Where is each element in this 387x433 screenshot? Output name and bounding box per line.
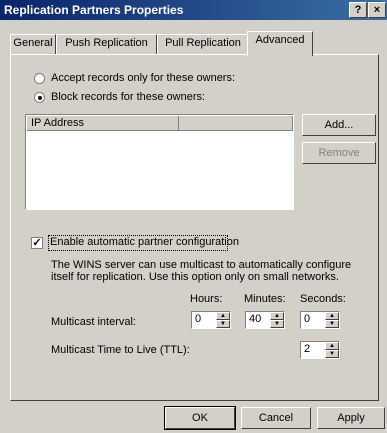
ip-address-column-header[interactable]: IP Address xyxy=(27,116,179,131)
partner-description: The WINS server can use multicast to aut… xyxy=(51,259,352,283)
tab-advanced[interactable]: Advanced xyxy=(247,31,313,56)
down-arrow-icon[interactable]: ▼ xyxy=(270,320,284,328)
multicast-interval-label: Multicast interval: xyxy=(51,316,136,328)
hours-value: 0 xyxy=(195,313,202,325)
window-title: Replication Partners Properties xyxy=(4,3,184,17)
close-button[interactable]: × xyxy=(368,2,386,18)
down-arrow-icon[interactable]: ▼ xyxy=(325,350,339,358)
up-arrow-icon[interactable]: ▲ xyxy=(325,312,339,320)
enable-partner-checkbox[interactable]: ✓ xyxy=(31,237,43,249)
up-arrow-icon[interactable]: ▲ xyxy=(325,342,339,350)
down-arrow-icon[interactable]: ▼ xyxy=(216,320,230,328)
seconds-label: Seconds: xyxy=(300,293,346,305)
accept-radio[interactable] xyxy=(34,73,45,84)
up-arrow-icon[interactable]: ▲ xyxy=(270,312,284,320)
ttl-spinner[interactable]: 2 ▲ ▼ xyxy=(300,341,340,359)
tab-general[interactable]: General xyxy=(10,34,56,55)
help-button[interactable]: ? xyxy=(349,2,367,18)
block-radio[interactable] xyxy=(34,92,45,103)
ok-button[interactable]: OK xyxy=(164,406,236,430)
tab-push-replication[interactable]: Push Replication xyxy=(56,34,157,55)
minutes-label: Minutes: xyxy=(244,293,286,305)
minutes-spinner[interactable]: 40 ▲ ▼ xyxy=(245,311,285,329)
apply-button[interactable]: Apply xyxy=(317,407,385,429)
empty-column-header[interactable] xyxy=(179,116,293,131)
accept-radio-label: Accept records only for these owners: xyxy=(51,72,236,84)
ttl-value: 2 xyxy=(304,343,311,355)
block-radio-label: Block records for these owners: xyxy=(51,91,206,103)
add-button[interactable]: Add... xyxy=(302,114,376,136)
remove-button[interactable]: Remove xyxy=(302,142,376,164)
title-bar: Replication Partners Properties ? × xyxy=(0,0,387,20)
owners-list[interactable]: IP Address xyxy=(25,114,294,210)
up-arrow-icon[interactable]: ▲ xyxy=(216,312,230,320)
hours-spinner[interactable]: 0 ▲ ▼ xyxy=(191,311,231,329)
seconds-spinner[interactable]: 0 ▲ ▼ xyxy=(300,311,340,329)
cancel-button[interactable]: Cancel xyxy=(241,407,311,429)
minutes-value: 40 xyxy=(249,313,262,325)
seconds-value: 0 xyxy=(304,313,311,325)
enable-partner-label: Enable automatic partner configuration xyxy=(50,236,239,248)
down-arrow-icon[interactable]: ▼ xyxy=(325,320,339,328)
hours-label: Hours: xyxy=(190,293,223,305)
ttl-label: Multicast Time to Live (TTL): xyxy=(51,344,190,356)
tab-pull-replication[interactable]: Pull Replication xyxy=(157,34,249,55)
